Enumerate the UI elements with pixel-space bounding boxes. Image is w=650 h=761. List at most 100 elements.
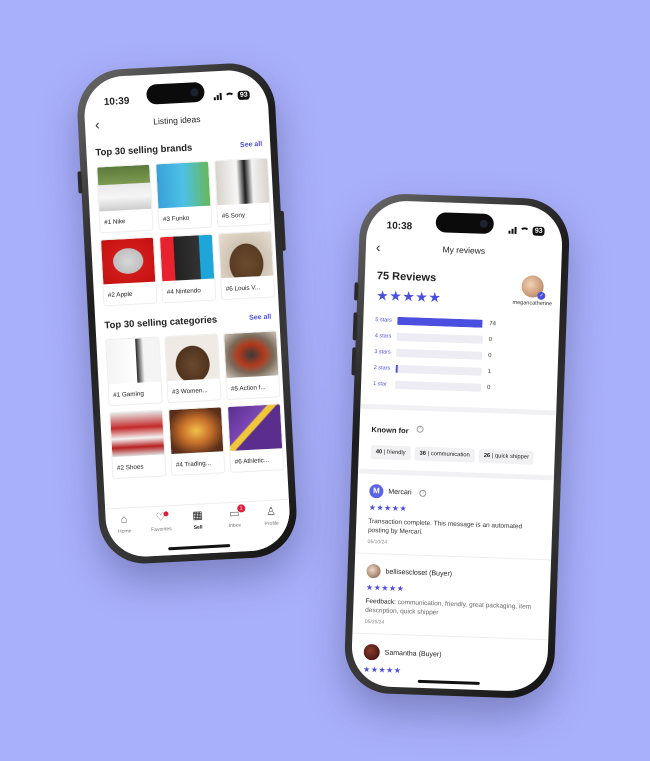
user-box[interactable]: ✓ megancatherine [512, 275, 553, 310]
tile-label: #4 Nintendo [166, 287, 201, 297]
review-text: Feedback: communication, friendly, great… [365, 597, 538, 621]
status-time: 10:39 [103, 95, 130, 108]
back-chevron-icon[interactable]: ‹ [95, 116, 112, 132]
verified-check-icon: ✓ [537, 291, 546, 300]
brand-tile-louis-vuitton[interactable]: #6 Louis V... [217, 230, 276, 301]
funko-box-image [156, 161, 211, 209]
known-for-chip[interactable]: 26 | quick shipper [478, 448, 535, 465]
tile-label: #3 Funko [162, 214, 190, 224]
brand-tile-funko[interactable]: #3 Funko [155, 160, 213, 231]
help-circle-icon[interactable]: ? [419, 489, 427, 497]
brand-tile-sony[interactable]: #5 Sony [214, 157, 272, 228]
reviewer-name: Mercari [388, 488, 412, 496]
rating-count: 0 [488, 353, 492, 360]
category-tile-athletic[interactable]: #6 Athletic... [226, 403, 285, 473]
avatar: ✓ [521, 275, 546, 300]
review-item: M Mercari ? ★★★★★ Transaction complete. … [355, 473, 554, 561]
signal-icon [508, 226, 517, 234]
ps5-box-image [106, 337, 161, 385]
brand-tile-apple[interactable]: #2 Apple [100, 236, 158, 307]
status-time: 10:38 [386, 219, 413, 232]
rating-count: 74 [489, 321, 497, 328]
tile-label: #1 Gaming [113, 390, 145, 399]
tile-label: #5 Sony [221, 211, 246, 221]
lv-bag-image [218, 231, 274, 279]
tab-label: Sell [193, 524, 203, 531]
category-tile-women[interactable]: #3 Women... [164, 333, 222, 404]
see-all-categories-link[interactable]: See all [249, 314, 272, 322]
store-icon: ▦ [192, 509, 204, 522]
screen: 10:39 93 ‹ Listing ideas Top 30 selling … [82, 68, 292, 559]
known-for-chip[interactable]: 40 | friendly [370, 444, 411, 461]
page-title: Listing ideas [153, 114, 201, 127]
tile-label: #2 Apple [107, 290, 133, 300]
tile-label: #5 Action f... [230, 383, 266, 393]
rating-label: 5 stars [375, 317, 392, 324]
rating-count: 0 [486, 385, 491, 392]
tab-profile[interactable]: ♙ Profile [253, 505, 291, 551]
review-count: 75 Reviews [376, 270, 437, 285]
rating-stars: ★★★★★ [375, 287, 442, 306]
rating-label: 2 stars [373, 365, 391, 372]
rating-bar-track [397, 316, 484, 328]
review-stars: ★★★★★ [365, 582, 405, 594]
tile-label: #1 Nike [103, 218, 126, 227]
chip-text: communication [430, 451, 470, 459]
battery-icon: 93 [237, 89, 250, 100]
action-button [354, 282, 359, 301]
ps5-console-image [215, 158, 270, 206]
volume-up-button [352, 312, 358, 341]
rating-count: 1 [487, 369, 492, 376]
rating-label: 3 stars [374, 349, 391, 356]
tile-label: #4 Trading... [175, 459, 212, 469]
category-tile-trading-cards[interactable]: #4 Trading... [167, 406, 226, 477]
help-circle-icon[interactable]: ? [415, 425, 424, 434]
sneaker-image [110, 410, 165, 458]
signal-icon [213, 92, 223, 101]
switch-console-image [159, 234, 215, 282]
jersey-image [227, 404, 283, 451]
tab-home[interactable]: ⌂ Home [106, 513, 144, 559]
rating-label: 4 stars [374, 333, 392, 340]
power-button [279, 210, 286, 251]
chip-text: quick shipper [494, 453, 530, 461]
brands-grid: #1 Nike #3 Funko #5 Sony #2 Apple #4 Nin… [87, 149, 278, 307]
category-tile-gaming[interactable]: #1 Gaming [105, 336, 163, 407]
tab-label: Inbox [228, 522, 242, 530]
known-for-chip[interactable]: 36 | communication [414, 446, 475, 463]
see-all-brands-link[interactable]: See all [240, 141, 263, 149]
macbook-image [101, 237, 156, 285]
category-tile-shoes[interactable]: #2 Shoes [109, 409, 167, 480]
nike-shoe-image [97, 164, 152, 212]
home-icon: ⌂ [120, 513, 128, 526]
tile-label: #6 Athletic... [234, 456, 270, 466]
tab-label: Favorites [151, 526, 172, 534]
dynamic-island [435, 212, 495, 235]
screen: 10:38 93 ‹ My reviews 75 Reviews ★★★★★ ✓… [350, 199, 564, 693]
review-item: bellisescloset (Buyer) ★★★★★ Feedback: c… [352, 553, 552, 641]
inbox-badge: 1 [236, 504, 246, 513]
tab-bar: ⌂ Home ♡ Favorites ▦ Sell ▭ 1 Inbox ♙ Pr… [105, 498, 292, 559]
chip-count: 26 [483, 452, 491, 460]
brand-tile-nike[interactable]: #1 Nike [96, 163, 154, 234]
review-stars: ★★★★★ [368, 502, 408, 514]
rating-label: 1 star [373, 381, 387, 388]
review-stars: ★★★★★ [362, 664, 402, 676]
brand-tile-nintendo[interactable]: #4 Nintendo [158, 233, 217, 304]
rating-bar-fill [397, 316, 483, 328]
rating-bar-track [396, 348, 483, 360]
back-chevron-icon[interactable]: ‹ [376, 239, 393, 256]
feedback-label: Feedback: [365, 597, 396, 606]
known-for-chips: 40 | friendly 36 | communication 26 | quic… [370, 444, 554, 465]
phone-listing-ideas: 10:39 93 ‹ Listing ideas Top 30 selling … [75, 61, 299, 566]
rating-breakdown: 5 stars 74 4 stars 0 3 stars 0 2 stars 1 1 star 0 [361, 304, 560, 399]
person-icon: ♙ [265, 505, 277, 519]
category-tile-action-figures[interactable]: #5 Action f... [223, 330, 281, 401]
tab-label: Profile [264, 520, 279, 528]
rating-bar-track [395, 364, 482, 376]
reviewer-name: bellisescloset (Buyer) [385, 568, 453, 578]
notification-dot [163, 511, 169, 517]
wifi-icon [519, 226, 530, 234]
chip-count: 36 [419, 450, 427, 457]
reviews-summary: 75 Reviews ★★★★★ ✓ megancatherine [364, 258, 561, 311]
